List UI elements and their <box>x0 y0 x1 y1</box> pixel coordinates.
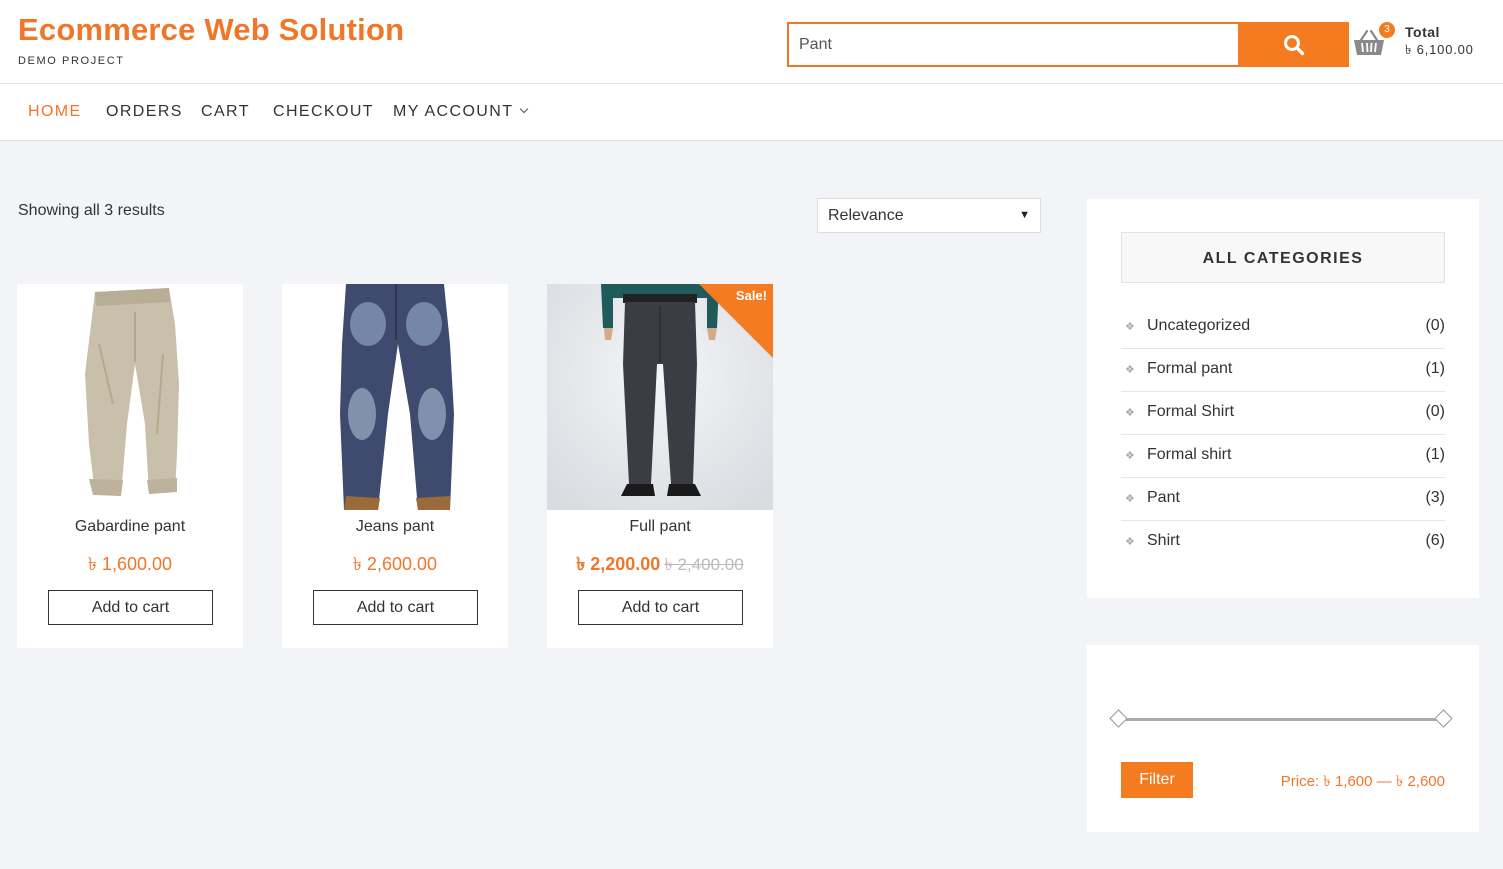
sale-badge: Sale! <box>735 288 767 303</box>
category-count: (1) <box>1425 446 1445 463</box>
category-count: (1) <box>1425 360 1445 377</box>
sale-price: ৳ 2,200.00 <box>576 554 661 574</box>
diamond-bullet-icon: ❖ <box>1125 364 1135 376</box>
diamond-bullet-icon: ❖ <box>1125 321 1135 333</box>
price-slider-max-handle[interactable] <box>1434 709 1453 728</box>
jeans-image <box>282 284 508 510</box>
category-item[interactable]: ❖ Pant (3) <box>1121 478 1445 521</box>
category-item[interactable]: ❖ Formal Shirt (0) <box>1121 392 1445 435</box>
category-name: Formal pant <box>1147 360 1233 377</box>
category-name: Uncategorized <box>1147 317 1251 334</box>
cart-total-value: ৳ 6,100.00 <box>1405 42 1474 57</box>
product-price: ৳ 1,600.00 <box>87 554 173 574</box>
search-form <box>787 22 1349 67</box>
product-card: Jeans pant ৳ 2,600.00 Add to cart <box>282 284 508 648</box>
main-nav: HOME ORDERS CART CHECKOUT MY ACCOUNT <box>0 84 1503 141</box>
category-name: Pant <box>1147 489 1180 506</box>
product-name[interactable]: Full pant <box>547 518 773 536</box>
nav-cart[interactable]: CART <box>201 103 250 121</box>
category-count: (3) <box>1425 489 1445 506</box>
category-item[interactable]: ❖ Shirt (6) <box>1121 521 1445 564</box>
product-image[interactable] <box>282 284 508 510</box>
product-card: Sale! Full pant ৳ 2,200.00 ৳ 2,400.00 Add… <box>547 284 773 648</box>
category-count: (0) <box>1425 317 1445 334</box>
category-name: Shirt <box>1147 532 1180 549</box>
category-name: Formal Shirt <box>1147 403 1235 420</box>
category-name: Formal shirt <box>1147 446 1232 463</box>
khaki-pant-image <box>17 284 243 510</box>
diamond-bullet-icon: ❖ <box>1125 536 1135 548</box>
result-count: Showing all 3 results <box>18 202 165 219</box>
add-to-cart-button[interactable]: Add to cart <box>48 590 213 625</box>
nav-orders[interactable]: ORDERS <box>106 103 183 121</box>
product-image[interactable]: Sale! <box>547 284 773 510</box>
category-count: (6) <box>1425 532 1445 549</box>
product-name[interactable]: Gabardine pant <box>17 518 243 536</box>
price-slider-track[interactable] <box>1118 718 1443 721</box>
categories-title: ALL CATEGORIES <box>1121 232 1445 283</box>
price-slider-min-handle[interactable] <box>1109 709 1128 728</box>
add-to-cart-button[interactable]: Add to cart <box>578 590 743 625</box>
sort-selected-value: Relevance <box>828 207 904 224</box>
search-input[interactable] <box>787 22 1238 67</box>
category-item[interactable]: ❖ Formal shirt (1) <box>1121 435 1445 478</box>
site-header: Ecommerce Web Solution DEMO PROJECT 3 To… <box>0 0 1503 84</box>
sort-select[interactable]: Relevance ▼ <box>817 198 1041 233</box>
product-price: ৳ 2,200.00 ৳ 2,400.00 <box>547 550 773 581</box>
diamond-bullet-icon: ❖ <box>1125 407 1135 419</box>
price-range-label: Price: ৳ 1,600 — ৳ 2,600 <box>1280 773 1445 790</box>
diamond-bullet-icon: ❖ <box>1125 493 1135 505</box>
nav-my-account-label: MY ACCOUNT <box>393 103 514 120</box>
site-title[interactable]: Ecommerce Web Solution <box>18 12 404 48</box>
product-card: Gabardine pant ৳ 1,600.00 Add to cart <box>17 284 243 648</box>
diamond-bullet-icon: ❖ <box>1125 450 1135 462</box>
cart-total-label: Total <box>1405 24 1440 40</box>
search-icon <box>1283 34 1304 55</box>
search-button[interactable] <box>1238 22 1349 67</box>
nav-my-account[interactable]: MY ACCOUNT <box>393 103 529 121</box>
regular-price: ৳ 2,400.00 <box>664 555 744 574</box>
add-to-cart-button[interactable]: Add to cart <box>313 590 478 625</box>
category-item[interactable]: ❖ Formal pant (1) <box>1121 349 1445 392</box>
site-tagline: DEMO PROJECT <box>18 55 125 67</box>
category-count: (0) <box>1425 403 1445 420</box>
filter-button[interactable]: Filter <box>1121 762 1193 798</box>
category-item[interactable]: ❖ Uncategorized (0) <box>1121 306 1445 349</box>
product-image[interactable] <box>17 284 243 510</box>
nav-checkout[interactable]: CHECKOUT <box>273 103 374 121</box>
product-name[interactable]: Jeans pant <box>282 518 508 536</box>
dropdown-arrow-icon: ▼ <box>1019 209 1030 221</box>
categories-widget: ALL CATEGORIES ❖ Uncategorized (0) ❖ For… <box>1087 199 1479 598</box>
price-filter-widget: Filter Price: ৳ 1,600 — ৳ 2,600 <box>1087 645 1479 832</box>
cart-count-badge: 3 <box>1379 22 1395 38</box>
product-price: ৳ 2,600.00 <box>352 554 438 574</box>
nav-home[interactable]: HOME <box>28 103 82 121</box>
chevron-down-icon <box>520 104 529 114</box>
